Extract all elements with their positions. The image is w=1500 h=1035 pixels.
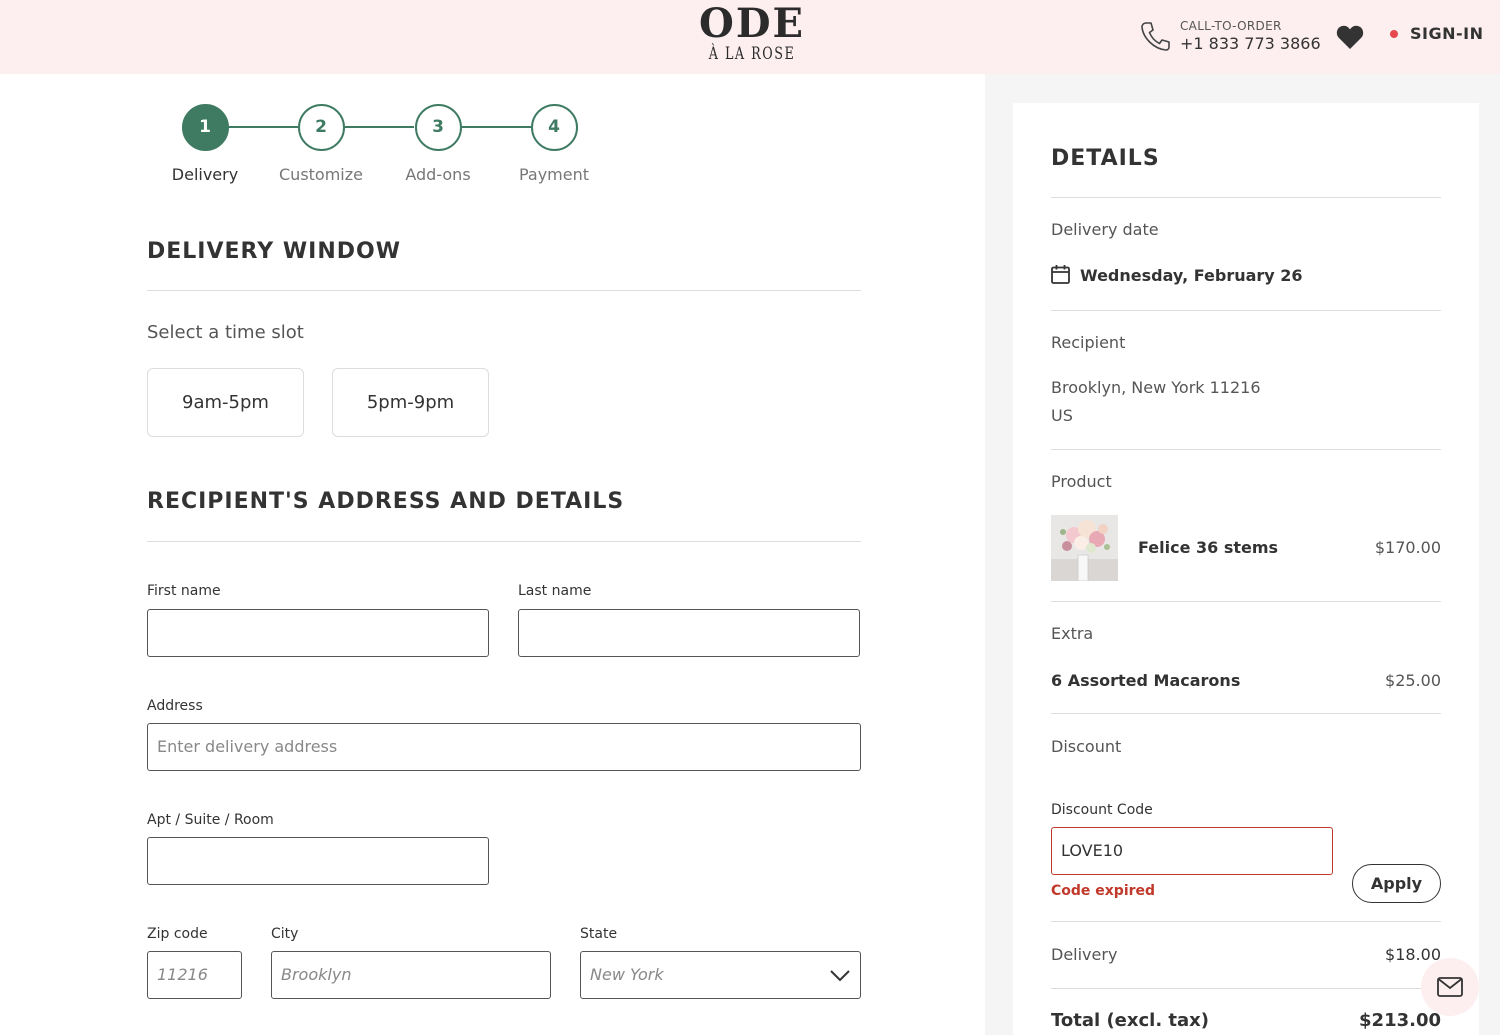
delivery-date-value: Wednesday, February 26: [1080, 266, 1303, 285]
divider: [1051, 449, 1441, 450]
mail-icon: [1437, 977, 1463, 997]
sign-in-status-dot: [1390, 29, 1398, 38]
heart-icon[interactable]: [1336, 24, 1364, 50]
step-label: Payment: [518, 165, 590, 184]
step-number: 1: [181, 104, 229, 151]
phone-number[interactable]: +1 833 773 3866: [1180, 34, 1321, 54]
state-label: State: [580, 926, 618, 942]
city-label: City: [271, 926, 299, 942]
call-to-order[interactable]: CALL-TO-ORDER +1 833 773 3866: [1180, 18, 1321, 54]
step-add-ons[interactable]: 3 Add-ons: [378, 104, 498, 184]
extra-label: Extra: [1051, 624, 1094, 643]
time-slot-caption: Select a time slot: [147, 322, 304, 343]
divider: [1051, 310, 1441, 311]
details-title: DETAILS: [1051, 146, 1160, 171]
total-value: $213.00: [1359, 1010, 1441, 1031]
divider: [1051, 988, 1441, 989]
checkout-form-panel: 1 Delivery 2 Customize 3 Add-ons 4 Payme…: [0, 74, 985, 1035]
zip-field[interactable]: 11216: [147, 951, 242, 999]
zip-label: Zip code: [147, 926, 208, 942]
site-header: ODE À LA ROSE CALL-TO-ORDER +1 833 773 3…: [0, 0, 1500, 74]
state-selected-value: New York: [590, 965, 664, 984]
delivery-fee-label: Delivery: [1051, 945, 1118, 964]
call-to-order-caption: CALL-TO-ORDER: [1180, 19, 1282, 33]
divider: [147, 541, 861, 542]
phone-icon: [1141, 22, 1170, 51]
product-price: $170.00: [1374, 538, 1441, 557]
step-number: 3: [414, 104, 462, 151]
first-name-label: First name: [147, 583, 221, 599]
delivery-fee-price: $18.00: [1385, 945, 1441, 964]
first-name-field[interactable]: [147, 609, 489, 657]
time-slot-9am-5pm[interactable]: 9am-5pm: [147, 368, 304, 437]
discount-code-label: Discount Code: [1051, 802, 1153, 818]
state-select[interactable]: New York: [580, 951, 861, 999]
discount-error-message: Code expired: [1051, 883, 1156, 899]
recipient-section-title: RECIPIENT'S ADDRESS AND DETAILS: [147, 489, 625, 514]
step-customize[interactable]: 2 Customize: [261, 104, 381, 184]
divider: [1051, 197, 1441, 198]
apt-field[interactable]: [147, 837, 489, 885]
step-delivery[interactable]: 1 Delivery: [145, 104, 265, 184]
brand-logo[interactable]: ODE À LA ROSE: [652, 0, 852, 65]
delivery-window-title: DELIVERY WINDOW: [147, 239, 401, 264]
recipient-country: US: [1051, 406, 1073, 425]
step-number: 2: [297, 104, 345, 151]
step-label: Add-ons: [405, 165, 471, 184]
total-label: Total (excl. tax): [1051, 1010, 1210, 1031]
apply-discount-button[interactable]: Apply: [1352, 864, 1441, 903]
delivery-date-label: Delivery date: [1051, 220, 1159, 239]
time-slot-5pm-9pm[interactable]: 5pm-9pm: [332, 368, 489, 437]
last-name-field[interactable]: [518, 609, 860, 657]
address-label: Address: [147, 698, 203, 714]
step-label: Customize: [279, 165, 363, 184]
last-name-label: Last name: [518, 583, 592, 599]
contact-button[interactable]: [1421, 958, 1479, 1016]
sign-in-link[interactable]: SIGN-IN: [1390, 24, 1483, 43]
logo-main-text: ODE: [698, 0, 806, 47]
discount-label: Discount: [1051, 737, 1122, 756]
product-thumbnail: [1051, 515, 1118, 581]
divider: [1051, 921, 1441, 922]
sign-in-label: SIGN-IN: [1410, 24, 1484, 43]
checkout-stepper: 1 Delivery 2 Customize 3 Add-ons 4 Payme…: [150, 104, 610, 194]
discount-code-field[interactable]: LOVE10: [1051, 827, 1333, 875]
product-label: Product: [1051, 472, 1112, 491]
logo-sub-text: À LA ROSE: [708, 44, 796, 64]
divider: [1051, 713, 1441, 714]
apt-label: Apt / Suite / Room: [147, 812, 274, 828]
extra-item-price: $25.00: [1385, 671, 1441, 690]
product-name: Felice 36 stems: [1138, 538, 1279, 557]
address-field[interactable]: Enter delivery address: [147, 723, 861, 771]
calendar-icon: [1051, 265, 1070, 284]
chevron-down-icon: [830, 970, 850, 982]
recipient-address-line: Brooklyn, New York 11216: [1051, 378, 1261, 397]
city-field[interactable]: Brooklyn: [271, 951, 551, 999]
step-payment[interactable]: 4 Payment: [494, 104, 614, 184]
divider: [147, 290, 861, 291]
recipient-label: Recipient: [1051, 333, 1126, 352]
step-label: Delivery: [171, 165, 239, 184]
divider: [1051, 601, 1441, 602]
step-number: 4: [530, 104, 578, 151]
extra-item-name: 6 Assorted Macarons: [1051, 671, 1241, 690]
